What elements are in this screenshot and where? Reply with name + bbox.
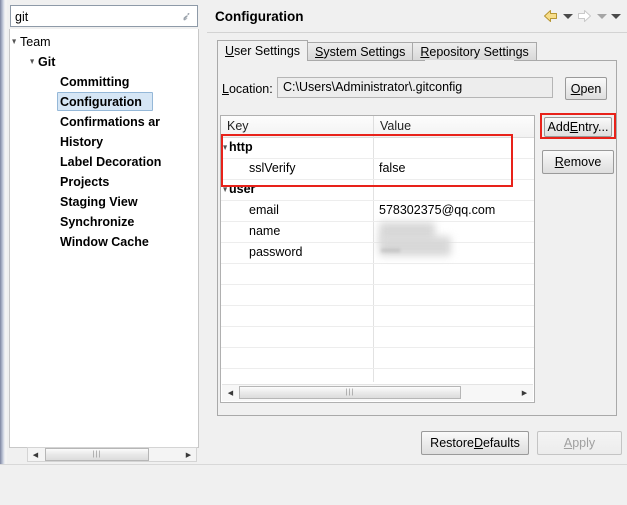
sidebar-item-label: Projects <box>60 175 110 189</box>
view-menu-chevron-down-icon[interactable] <box>610 8 621 24</box>
table-row[interactable]: name <box>221 221 534 243</box>
sidebar-item-synchronize[interactable]: Synchronize <box>10 212 198 232</box>
sidebar-item-label: Staging View <box>60 195 138 209</box>
tab-repository-settings[interactable]: Repository Settings <box>412 42 537 61</box>
sidebar-item-label: History <box>60 135 104 149</box>
table-row-empty[interactable] <box>221 305 534 327</box>
table-row[interactable]: email 578302375@qq.com <box>221 200 534 222</box>
apply-button: Apply <box>537 431 622 455</box>
sidebar-item-staging-view[interactable]: Staging View <box>10 192 198 212</box>
table-row[interactable]: sslVerify false <box>221 158 534 180</box>
sidebar-item-label: Team <box>20 35 51 49</box>
table-row[interactable]: password <box>221 242 534 264</box>
config-entries-table[interactable]: Key Value ▼ http sslVerify false ▼ user email 5… <box>220 115 535 403</box>
triangle-left-icon[interactable]: ◀ <box>224 386 237 399</box>
clear-search-icon[interactable]: 𝒾 <box>178 9 192 24</box>
remove-button[interactable]: Remove <box>542 150 614 174</box>
settings-tabs: User Settings System Settings Repository S… <box>217 40 537 61</box>
scrollbar-thumb[interactable]: ||| <box>45 448 149 461</box>
sidebar-item-label: Label Decoration <box>60 155 162 169</box>
table-row-empty[interactable] <box>221 326 534 348</box>
back-history-chevron-down-icon[interactable] <box>562 8 573 24</box>
tab-system-settings[interactable]: System Settings <box>307 42 414 61</box>
location-field[interactable]: C:\Users\Administrator\.gitconfig <box>277 77 553 98</box>
table-cell-key: name <box>249 224 281 238</box>
column-header-value[interactable]: Value <box>374 116 411 137</box>
filter-search-box[interactable]: 𝒾 <box>10 5 198 27</box>
dialog-footer: ? OK Cancel <box>0 465 627 505</box>
forward-history-chevron-down-icon <box>596 8 607 24</box>
arrow-left-icon[interactable] <box>542 8 559 24</box>
table-row-empty[interactable] <box>221 284 534 306</box>
table-cell-key: http <box>229 140 253 154</box>
sidebar-item-projects[interactable]: Projects <box>10 172 198 192</box>
page-title: Configuration <box>215 9 304 24</box>
sidebar-item-label: Committing <box>60 75 130 89</box>
table-cell-key: password <box>249 245 303 259</box>
table-header: Key Value <box>221 116 534 138</box>
redacted-text: ••••• <box>381 245 401 257</box>
active-tab-mask <box>425 60 515 61</box>
table-horizontal-scrollbar[interactable]: ◀ ||| ▶ <box>222 384 533 401</box>
tab-user-settings[interactable]: User Settings <box>217 40 309 61</box>
sidebar-item-git[interactable]: ▼ Git <box>10 52 198 72</box>
table-cell-key: user <box>229 182 256 196</box>
expand-triangle-icon[interactable]: ▼ <box>29 52 38 72</box>
triangle-right-icon[interactable]: ▶ <box>518 386 531 399</box>
column-header-key[interactable]: Key <box>221 116 249 137</box>
table-row[interactable]: ▼ user <box>221 179 534 201</box>
expand-triangle-icon[interactable]: ▼ <box>11 32 20 52</box>
sidebar-item-configuration[interactable]: Configuration <box>10 92 198 112</box>
restore-defaults-button[interactable]: Restore Defaults <box>421 431 529 455</box>
sidebar-item-label: Configuration <box>60 95 142 109</box>
scrollbar-thumb[interactable]: ||| <box>239 386 461 399</box>
location-label: Location: <box>222 82 273 96</box>
sidebar-item-label: Git <box>38 55 56 69</box>
sidebar-item-label: Synchronize <box>60 215 135 229</box>
preferences-dialog: 𝒾 ▼Team▼GitCommittingConfigurationConfir… <box>0 0 627 505</box>
sidebar-item-label: Confirmations ar <box>60 115 161 129</box>
table-cell-value: false <box>379 161 406 175</box>
sidebar-item-history[interactable]: History <box>10 132 198 152</box>
table-cell-key: sslVerify <box>249 161 296 175</box>
table-cell-value: 578302375@qq.com <box>379 203 496 217</box>
add-entry-button[interactable]: Add Entry... <box>544 117 612 137</box>
table-row[interactable]: ▼ http <box>221 137 534 159</box>
navigation-toolbar <box>542 7 621 25</box>
sidebar-item-team[interactable]: ▼ Team <box>10 32 198 52</box>
table-row-empty[interactable] <box>221 347 534 369</box>
triangle-right-icon[interactable]: ▶ <box>181 448 196 461</box>
sidebar-item-window-cache[interactable]: Window Cache <box>10 232 198 252</box>
sidebar-item-committing[interactable]: Committing <box>10 72 198 92</box>
title-divider <box>207 32 627 33</box>
table-cell-key: email <box>249 203 279 217</box>
table-row-empty[interactable] <box>221 263 534 285</box>
sidebar-item-label-decoration[interactable]: Label Decoration <box>10 152 198 172</box>
preferences-sidebar: 𝒾 ▼Team▼GitCommittingConfigurationConfir… <box>7 3 203 462</box>
triangle-left-icon[interactable]: ◀ <box>28 448 43 461</box>
search-input[interactable] <box>15 8 165 25</box>
sidebar-item-confirmations-ar[interactable]: Confirmations ar <box>10 112 198 132</box>
sidebar-item-label: Window Cache <box>60 235 149 249</box>
open-button[interactable]: Open <box>565 77 607 100</box>
arrow-right-icon <box>576 8 593 24</box>
sidebar-horizontal-scrollbar[interactable]: ◀ ||| ▶ <box>27 447 197 462</box>
preferences-tree[interactable]: ▼ Team ▼ Git Committing Configuration Confirma… <box>9 29 199 448</box>
